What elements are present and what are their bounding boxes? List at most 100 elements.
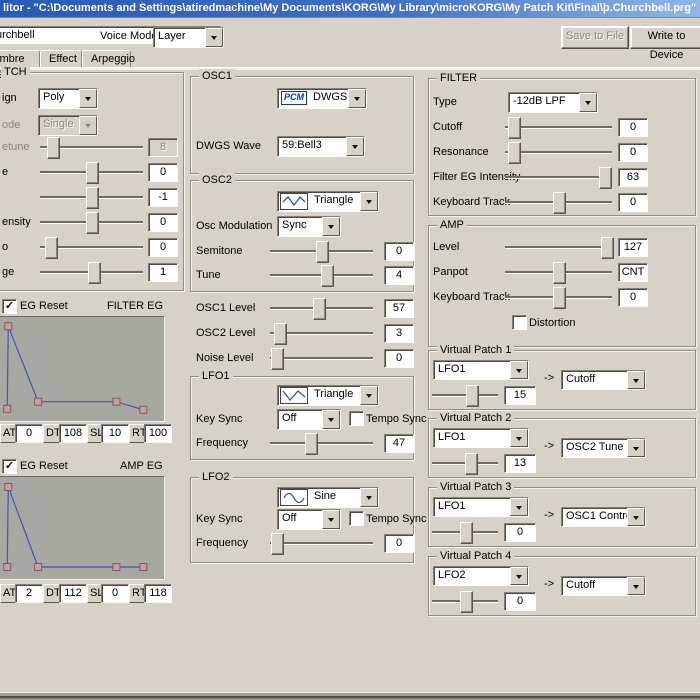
osc2-tune-slider[interactable]: [270, 265, 373, 285]
filter-eg-rt-value[interactable]: 100: [144, 424, 172, 443]
amp-eg-sl-value[interactable]: 0: [101, 584, 129, 603]
tab-arpeggio[interactable]: Arpeggio: [82, 50, 131, 68]
filter-eg-intensity-value[interactable]: 63: [618, 168, 648, 187]
amp-eg-reset-checkbox[interactable]: ✓: [2, 459, 17, 474]
resonance-value[interactable]: 0: [618, 143, 648, 162]
pitch-row3-slider[interactable]: [40, 187, 143, 207]
assign-select[interactable]: Poly: [38, 88, 98, 109]
lfo1-wave-select[interactable]: Triangle: [277, 385, 379, 406]
osc2-level-value[interactable]: 3: [384, 324, 414, 343]
amp-eg-dt-value[interactable]: 112: [59, 584, 87, 603]
osc2-tune-value[interactable]: 4: [384, 266, 414, 285]
filter-eg-graph[interactable]: [0, 316, 165, 422]
portamento-slider[interactable]: [40, 237, 143, 257]
lfo1-frequency-slider[interactable]: [270, 433, 373, 453]
detune-slider[interactable]: [40, 137, 143, 157]
dropdown-arrow-icon: [510, 567, 528, 585]
osc1-wave-select[interactable]: PCM DWGS: [277, 88, 367, 109]
vp2-intensity-slider[interactable]: [432, 453, 498, 473]
vp2-source-select[interactable]: LFO1: [433, 428, 529, 448]
osc2-level-slider[interactable]: [270, 323, 373, 343]
lfo2-tempo-sync-checkbox[interactable]: [349, 511, 364, 526]
filter-eg-sl-value[interactable]: 10: [101, 424, 129, 443]
distortion-checkbox[interactable]: [512, 315, 527, 330]
osc-modulation-select[interactable]: Sync: [277, 216, 341, 237]
write-to-device-button[interactable]: Write to Device: [630, 26, 700, 49]
osc2-wave-select[interactable]: Triangle: [277, 191, 379, 212]
osc1-level-slider[interactable]: [270, 298, 373, 318]
lfo1-key-sync-value: Off: [278, 410, 322, 429]
assign-value: Poly: [39, 89, 79, 108]
resonance-slider[interactable]: [505, 142, 612, 162]
vp3-intensity-value[interactable]: 0: [504, 523, 536, 542]
filter-eg-dt-value[interactable]: 108: [59, 424, 87, 443]
amp-eg-graph[interactable]: [0, 476, 165, 580]
vp3-intensity-slider[interactable]: [432, 522, 498, 542]
filter-type-select[interactable]: -12dB LPF: [508, 92, 598, 113]
lfo1-tempo-sync-checkbox[interactable]: [349, 411, 364, 426]
semitone-slider[interactable]: [270, 241, 373, 261]
amp-eg-rt-value[interactable]: 118: [144, 584, 172, 603]
vp4-intensity-slider[interactable]: [432, 591, 498, 611]
dwgs-wave-label: DWGS Wave: [196, 140, 261, 153]
save-to-file-button[interactable]: Save to File: [561, 26, 629, 49]
lfo1-key-sync-select[interactable]: Off: [277, 409, 341, 430]
lfo2-frequency-value[interactable]: 0: [384, 534, 414, 553]
dropdown-arrow-icon: [360, 192, 378, 211]
dropdown-arrow-icon: [360, 488, 378, 507]
osc-modulation-label: Osc Modulation: [196, 220, 272, 233]
filter-eg-intensity-slider[interactable]: [505, 167, 612, 187]
amp-keyboard-track-slider[interactable]: [505, 287, 612, 307]
vp3-dest-select[interactable]: OSC1 Control 1: [561, 507, 646, 527]
dropdown-arrow-icon: [79, 116, 97, 135]
lfo2-frequency-slider[interactable]: [270, 533, 373, 553]
panpot-value[interactable]: CNT: [618, 263, 648, 282]
filter-keyboard-track-value[interactable]: 0: [618, 193, 648, 212]
dwgs-wave-select[interactable]: 59:Bell3: [277, 136, 365, 157]
osc1-level-value[interactable]: 57: [384, 299, 414, 318]
vp3-source-select[interactable]: LFO1: [433, 497, 529, 517]
vp2-intensity-value[interactable]: 13: [504, 454, 536, 473]
detune-label: etune: [2, 141, 30, 154]
panpot-slider[interactable]: [505, 262, 612, 282]
bend-range-slider[interactable]: [40, 262, 143, 282]
amp-keyboard-track-value[interactable]: 0: [618, 288, 648, 307]
noise-level-slider[interactable]: [270, 348, 373, 368]
semitone-value[interactable]: 0: [384, 242, 414, 261]
vp4-intensity-value[interactable]: 0: [504, 592, 536, 611]
voice-mode-select[interactable]: Layer: [153, 27, 224, 48]
portamento-value[interactable]: 0: [148, 238, 178, 257]
amp-eg-at-value[interactable]: 2: [15, 584, 43, 603]
bend-range-label: ge: [2, 266, 14, 279]
bend-range-value[interactable]: 1: [148, 263, 178, 282]
intensity-value[interactable]: 0: [148, 213, 178, 232]
filter-eg-at-value[interactable]: 0: [15, 424, 43, 443]
pitch-row3-value[interactable]: -1: [148, 188, 178, 207]
cutoff-value[interactable]: 0: [618, 118, 648, 137]
dropdown-arrow-icon: [360, 386, 378, 405]
filter-keyboard-track-slider[interactable]: [505, 192, 612, 212]
intensity-slider[interactable]: [40, 212, 143, 232]
vp1-intensity-slider[interactable]: [432, 385, 498, 405]
vp1-intensity-value[interactable]: 15: [504, 386, 536, 405]
lfo1-tempo-sync-label: Tempo Sync: [366, 413, 427, 426]
lfo2-key-sync-select[interactable]: Off: [277, 509, 341, 530]
lfo1-frequency-value[interactable]: 47: [384, 434, 414, 453]
noise-level-value[interactable]: 0: [384, 349, 414, 368]
distortion-label: Distortion: [529, 317, 575, 330]
amp-level-value[interactable]: 127: [618, 238, 648, 257]
pitch-row2-value[interactable]: 0: [148, 163, 178, 182]
vp2-dest-select[interactable]: OSC2 Tune: [561, 438, 646, 458]
tab-effect[interactable]: Effect: [40, 50, 82, 68]
filter-eg-reset-checkbox[interactable]: ✓: [2, 299, 17, 314]
amp-level-slider[interactable]: [505, 237, 612, 257]
cutoff-slider[interactable]: [505, 117, 612, 137]
vp1-dest-select[interactable]: Cutoff: [561, 370, 646, 390]
lfo2-wave-select[interactable]: Sine: [277, 487, 379, 508]
vp1-source-select[interactable]: LFO1: [433, 360, 529, 380]
vp4-source-select[interactable]: LFO2: [433, 566, 529, 586]
vp4-dest-select[interactable]: Cutoff: [561, 576, 646, 596]
pitch-row2-label: e: [2, 166, 8, 179]
dropdown-arrow-icon: [346, 137, 364, 156]
pitch-row2-slider[interactable]: [40, 162, 143, 182]
